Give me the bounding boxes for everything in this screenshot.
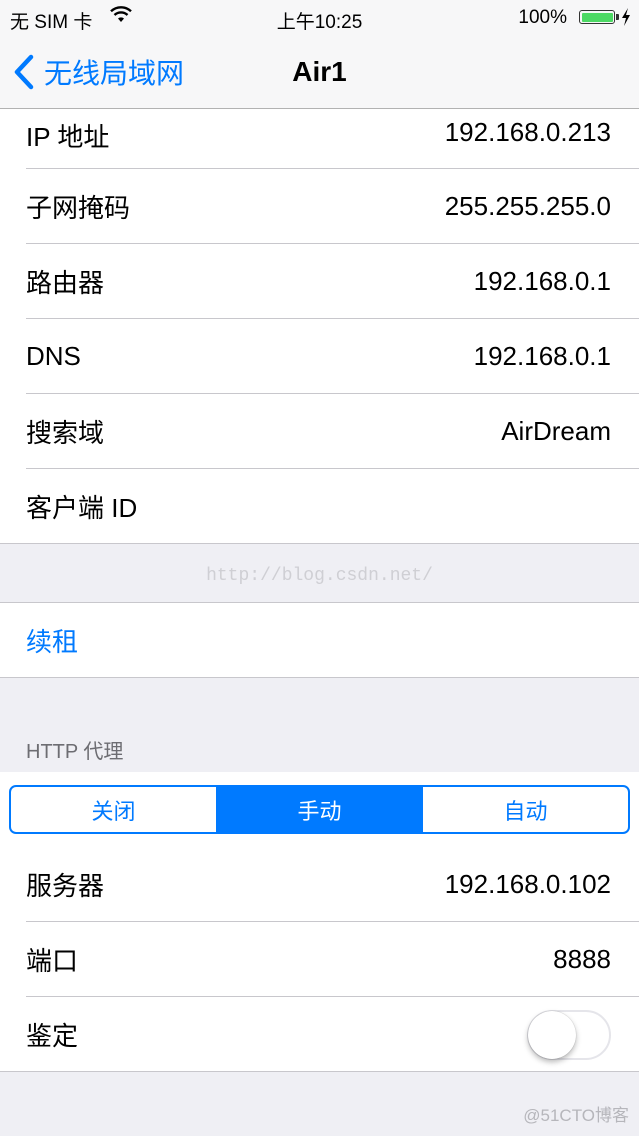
row-label: 搜索域 — [26, 418, 105, 448]
renew-lease-button[interactable]: 续租 — [0, 603, 639, 678]
row-value: 192.168.0.1 — [473, 266, 611, 296]
list-item: 客户端 ID — [0, 469, 639, 544]
watermark: http://blog.csdn.net/ — [206, 566, 433, 586]
port-field[interactable]: 端口 8888 — [0, 922, 639, 997]
segment-auto[interactable]: 自动 — [423, 787, 628, 832]
ip-info-group: IP 地址 192.168.0.213 子网掩码 255.255.255.0 路… — [0, 109, 639, 544]
charging-bolt-icon — [622, 8, 630, 26]
proxy-mode-segmented-control[interactable]: 关闭 手动 自动 — [9, 785, 630, 834]
renew-label: 续租 — [26, 627, 79, 657]
row-label: 路由器 — [26, 268, 105, 298]
navigation-bar: 无线局域网 Air1 — [0, 36, 639, 109]
row-value: AirDream — [501, 416, 611, 446]
renew-group: 续租 — [0, 602, 639, 678]
toggle-knob — [528, 1010, 576, 1059]
battery-icon — [579, 10, 615, 24]
row-value: 192.168.0.1 — [473, 341, 611, 371]
corner-watermark: @51CTO博客 — [523, 1106, 629, 1125]
server-field[interactable]: 服务器 192.168.0.102 — [0, 847, 639, 922]
row-value: 255.255.255.0 — [444, 191, 611, 221]
http-proxy-header: HTTP 代理 — [26, 741, 124, 763]
segment-manual[interactable]: 手动 — [217, 787, 423, 832]
server-value[interactable]: 192.168.0.102 — [445, 869, 611, 900]
page-title: Air1 — [292, 56, 347, 87]
row-label: 端口 — [26, 946, 79, 976]
row-label: 客户端 ID — [26, 493, 138, 523]
row-label: DNS — [26, 341, 81, 371]
list-item: 搜索域 AirDream — [0, 394, 639, 469]
list-item: IP 地址 192.168.0.213 — [0, 109, 639, 169]
row-value: 192.168.0.213 — [444, 117, 611, 147]
list-item: 路由器 192.168.0.1 — [0, 244, 639, 319]
segment-off[interactable]: 关闭 — [11, 787, 217, 832]
list-item: DNS 192.168.0.1 — [0, 319, 639, 394]
row-label: IP 地址 — [26, 122, 110, 152]
list-item: 子网掩码 255.255.255.0 — [0, 169, 639, 244]
battery-tip — [616, 14, 619, 20]
authentication-toggle[interactable] — [527, 1009, 611, 1060]
proxy-fields-group: 服务器 192.168.0.102 端口 8888 鉴定 — [0, 847, 639, 1072]
authentication-row: 鉴定 — [0, 997, 639, 1072]
proxy-mode-row: 关闭 手动 自动 — [0, 772, 639, 847]
battery-percent: 100% — [518, 7, 567, 28]
port-value[interactable]: 8888 — [553, 944, 611, 975]
row-label: 服务器 — [26, 871, 105, 901]
row-label: 鉴定 — [26, 1021, 79, 1051]
row-label: 子网掩码 — [26, 193, 131, 223]
status-bar: 无 SIM 卡 上午10:25 100% — [0, 0, 639, 36]
